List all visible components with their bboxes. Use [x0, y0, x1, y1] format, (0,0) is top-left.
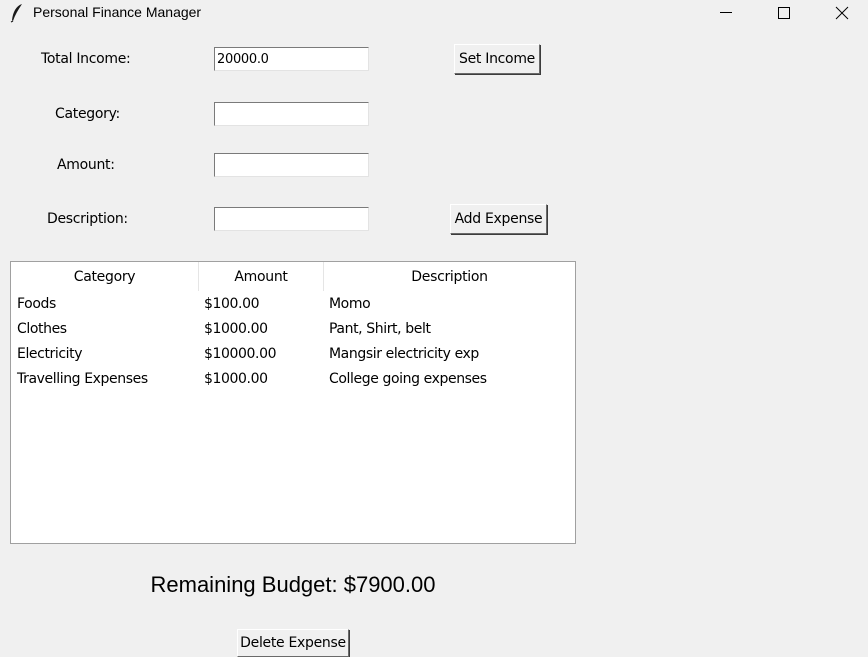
cell-amount: $10000.00: [204, 346, 277, 362]
cell-category: Electricity: [17, 346, 83, 362]
income-input[interactable]: [214, 47, 369, 71]
description-input[interactable]: [214, 207, 369, 231]
category-label: Category:: [55, 106, 120, 122]
description-label: Description:: [47, 211, 128, 227]
cell-amount: $1000.00: [204, 371, 268, 387]
category-input[interactable]: [214, 102, 369, 126]
remaining-budget-label: Remaining Budget: $7900.00: [150, 572, 436, 597]
cell-amount: $100.00: [204, 296, 260, 312]
cell-description: College going expenses: [329, 371, 487, 387]
income-label: Total Income:: [41, 51, 131, 67]
cell-description: Mangsir electricity exp: [329, 346, 479, 362]
cell-category: Foods: [17, 296, 56, 312]
table-row[interactable]: Clothes $1000.00 Pant, Shirt, belt: [11, 317, 575, 342]
amount-label: Amount:: [57, 157, 115, 173]
table-row[interactable]: Travelling Expenses $1000.00 College goi…: [11, 367, 575, 392]
expense-table[interactable]: Category Amount Description Foods $100.0…: [10, 261, 576, 544]
table-row[interactable]: Foods $100.00 Momo: [11, 292, 575, 317]
cell-description: Momo: [329, 296, 371, 312]
minimize-button[interactable]: [697, 0, 755, 26]
add-expense-button[interactable]: Add Expense: [450, 204, 547, 234]
amount-input[interactable]: [214, 153, 369, 177]
cell-amount: $1000.00: [204, 321, 268, 337]
cell-category: Clothes: [17, 321, 67, 337]
feather-icon: [10, 3, 24, 23]
close-icon: [835, 6, 849, 20]
column-header-amount[interactable]: Amount: [199, 262, 324, 291]
cell-description: Pant, Shirt, belt: [329, 321, 431, 337]
table-row[interactable]: Electricity $10000.00 Mangsir electricit…: [11, 342, 575, 367]
column-header-description[interactable]: Description: [324, 262, 575, 291]
set-income-button[interactable]: Set Income: [454, 44, 540, 74]
table-header: Category Amount Description: [11, 262, 575, 291]
title-bar: Personal Finance Manager: [0, 0, 868, 26]
cell-category: Travelling Expenses: [17, 371, 148, 387]
maximize-icon: [778, 7, 790, 19]
column-header-category[interactable]: Category: [11, 262, 199, 291]
maximize-button[interactable]: [755, 0, 813, 26]
window-title: Personal Finance Manager: [33, 4, 202, 20]
close-button[interactable]: [813, 0, 868, 26]
minimize-icon: [720, 12, 732, 13]
